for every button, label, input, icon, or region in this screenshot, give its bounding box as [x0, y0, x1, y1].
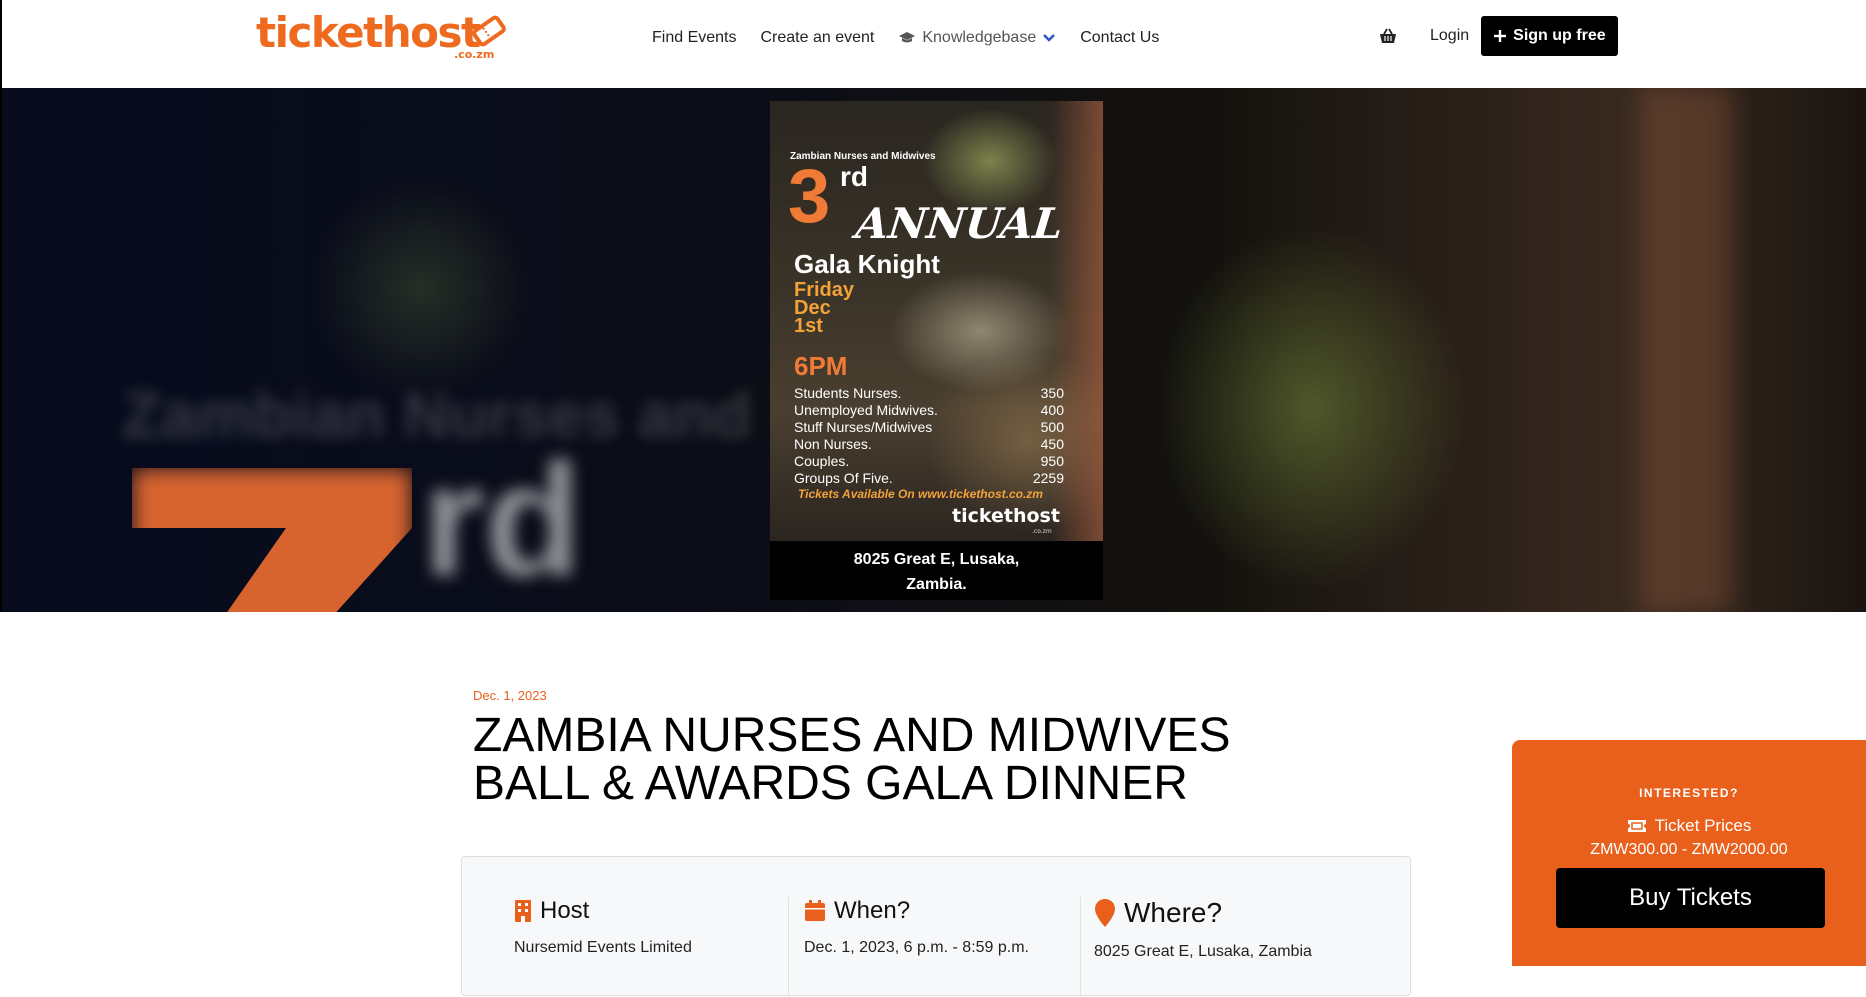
- where-label: Where?: [1124, 897, 1223, 928]
- poster-suffix: rd: [840, 161, 868, 192]
- event-date: Dec. 1, 2023: [473, 688, 547, 703]
- poster-price-row: Unemployed Midwives. 400: [794, 402, 1064, 419]
- price-value: 2259: [1032, 470, 1064, 486]
- poster-address-line2: Zambia.: [906, 576, 967, 593]
- event-poster[interactable]: Zambian Nurses and Midwives 3 rd ANNUAL …: [770, 101, 1103, 600]
- price-label: Non Nurses.: [794, 436, 872, 452]
- main-nav: Find Events Create an event Knowledgebas…: [652, 0, 1159, 76]
- hero-bg-pillar: [1642, 88, 1732, 612]
- poster-brand-tld: .co.zm: [1032, 528, 1052, 535]
- ticket-prices-label: Ticket Prices: [1654, 816, 1752, 835]
- interested-label: INTERESTED?: [1639, 786, 1739, 800]
- nav-find-events[interactable]: Find Events: [652, 29, 736, 47]
- price-label: Couples.: [794, 453, 850, 469]
- event-title: ZAMBIA NURSES AND MIDWIVES BALL & AWARDS…: [473, 709, 1231, 810]
- basket-icon[interactable]: [1378, 26, 1398, 46]
- when-section: When? Dec. 1, 2023, 6 p.m. - 8:59 p.m.: [804, 897, 1029, 957]
- plus-icon: [1494, 30, 1507, 42]
- ticket-logo-icon: [472, 15, 506, 47]
- site-logo[interactable]: tickethost .co.zm: [256, 10, 516, 66]
- nav-create-event[interactable]: Create an event: [760, 29, 874, 47]
- poster-brand: tickethost: [952, 505, 1060, 527]
- event-info-card: Host Nursemid Events Limited When? Dec. …: [461, 856, 1411, 997]
- poster-gala: Gala Knight: [794, 249, 940, 279]
- nav-contact-us[interactable]: Contact Us: [1080, 29, 1159, 47]
- ticket-panel: INTERESTED? Ticket Prices ZMW300.00 - ZM…: [1512, 740, 1866, 966]
- price-label: Stuff Nurses/Midwives: [794, 419, 933, 435]
- price-value: 950: [1040, 453, 1064, 469]
- hero-bg-rd: rd: [422, 430, 582, 609]
- poster-annual: ANNUAL: [853, 199, 1066, 248]
- ticket-icon: [1627, 820, 1646, 832]
- poster-number: 3: [788, 154, 831, 239]
- top-navbar: tickethost .co.zm Find Events Create an …: [0, 0, 1866, 88]
- poster-availability: Tickets Available On www.tickethost.co.z…: [798, 487, 1043, 501]
- ticket-prices-heading: Ticket Prices: [1512, 816, 1866, 836]
- poster-price-row: Stuff Nurses/Midwives 500: [794, 419, 1064, 436]
- poster-address: 8025 Great E, Lusaka, Zambia.: [770, 547, 1103, 597]
- buy-tickets-button[interactable]: Buy Tickets: [1556, 868, 1825, 928]
- where-section: Where? 8025 Great E, Lusaka, Zambia: [1094, 897, 1312, 961]
- price-label: Students Nurses.: [794, 385, 902, 401]
- ticket-price-range: ZMW300.00 - ZMW2000.00: [1590, 841, 1788, 858]
- signup-button[interactable]: Sign up free: [1481, 16, 1618, 56]
- info-divider: [1080, 897, 1081, 997]
- where-value[interactable]: 8025 Great E, Lusaka, Zambia: [1094, 943, 1312, 961]
- poster-address-line1: 8025 Great E, Lusaka,: [853, 551, 1020, 568]
- nav-knowledgebase[interactable]: Knowledgebase: [898, 29, 1056, 47]
- price-label: Unemployed Midwives.: [794, 402, 938, 418]
- nav-knowledgebase-label: Knowledgebase: [922, 29, 1037, 46]
- info-divider: [788, 897, 789, 997]
- signup-label: Sign up free: [1513, 27, 1606, 44]
- logo-text: tickethost: [256, 8, 481, 57]
- poster-price-row: Couples. 950: [794, 453, 1064, 470]
- poster-price-list: Students Nurses. 350 Unemployed Midwives.…: [794, 385, 1064, 487]
- login-link[interactable]: Login: [1430, 27, 1469, 45]
- poster-price-row: Non Nurses. 450: [794, 436, 1064, 453]
- logo-tld: .co.zm: [454, 48, 495, 61]
- chevron-down-icon: [1043, 34, 1056, 42]
- when-value: Dec. 1, 2023, 6 p.m. - 8:59 p.m.: [804, 939, 1029, 956]
- poster-date: Friday Dec 1st: [794, 280, 854, 337]
- graduation-cap-icon: [899, 32, 916, 43]
- calendar-icon: [805, 900, 825, 921]
- poster-time: 6PM: [794, 351, 848, 381]
- host-section: Host Nursemid Events Limited: [514, 897, 692, 957]
- price-value: 450: [1040, 436, 1064, 452]
- nav-actions: Login Sign up free: [1378, 16, 1618, 56]
- host-value[interactable]: Nursemid Events Limited: [514, 939, 692, 957]
- building-icon: [515, 900, 531, 922]
- poster-date-num: 1st: [794, 315, 823, 337]
- when-label: When?: [834, 897, 911, 924]
- price-value: 400: [1040, 402, 1064, 418]
- price-value: 500: [1040, 419, 1064, 435]
- price-value: 350: [1040, 385, 1064, 401]
- poster-price-row: Students Nurses. 350: [794, 385, 1064, 402]
- price-label: Groups Of Five.: [794, 470, 893, 486]
- map-pin-icon: [1095, 899, 1115, 927]
- poster-price-row: Groups Of Five. 2259: [794, 470, 1064, 487]
- host-label: Host: [540, 897, 590, 924]
